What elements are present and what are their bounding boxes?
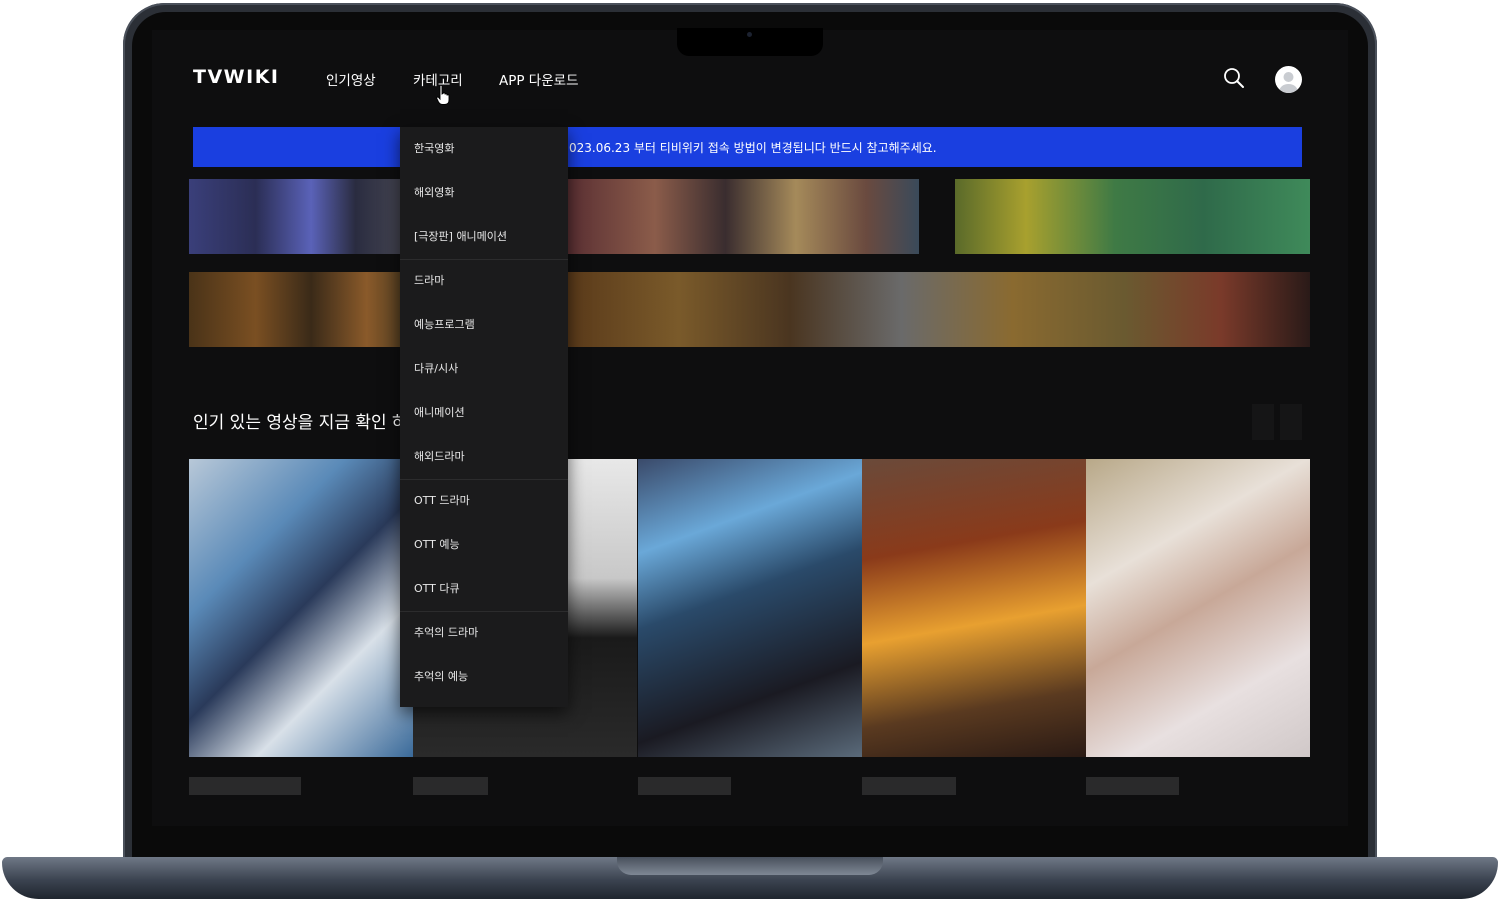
camera-notch (677, 28, 823, 56)
screen: TVWIKI 인기영상 카테고리 APP 다운로드 023.06.23 부터 티… (152, 30, 1348, 826)
dropdown-item-foreign-movie[interactable]: 해외영화 (400, 171, 568, 215)
video-title-placeholder (413, 777, 488, 795)
dropdown-item-animation-movie[interactable]: [극장판] 애니메이션 (400, 215, 568, 259)
dropdown-item-korean-movie[interactable]: 한국영화 (400, 127, 568, 171)
banner-row-1 (189, 179, 1310, 254)
carousel-next-button[interactable] (1280, 404, 1302, 440)
dropdown-item-retro-drama[interactable]: 추억의 드라마 (400, 611, 568, 655)
video-thumbnail[interactable] (189, 459, 413, 757)
video-title-placeholder (638, 777, 731, 795)
banner-tile[interactable] (567, 272, 1310, 347)
video-title-placeholder (189, 777, 301, 795)
video-thumbnail[interactable] (862, 459, 1086, 757)
banner-tile[interactable] (189, 272, 411, 347)
video-thumbnail[interactable] (638, 459, 862, 757)
banner-tile[interactable] (955, 179, 1310, 254)
video-title-placeholder (1086, 777, 1179, 795)
notice-text: 023.06.23 부터 티비위키 접속 방법이 변경됩니다 반드시 참고해주세… (569, 141, 937, 155)
dropdown-item-ott-drama[interactable]: OTT 드라마 (400, 479, 568, 523)
category-dropdown: 한국영화 해외영화 [극장판] 애니메이션 드라마 예능프로그램 다큐/시사 애… (400, 127, 568, 707)
laptop-base-notch (617, 857, 883, 875)
camera-dot (747, 32, 752, 37)
section-title: 인기 있는 영상을 지금 확인 하 (193, 413, 408, 433)
user-avatar-icon[interactable] (1275, 66, 1302, 93)
dropdown-item-animation[interactable]: 애니메이션 (400, 391, 568, 435)
nav-app-download[interactable]: APP 다운로드 (499, 69, 579, 89)
carousel-prev-button[interactable] (1252, 404, 1274, 440)
site-logo[interactable]: TVWIKI (193, 66, 279, 88)
dropdown-item-drama[interactable]: 드라마 (400, 259, 568, 303)
dropdown-item-foreign-drama[interactable]: 해외드라마 (400, 435, 568, 479)
nav-popular[interactable]: 인기영상 (326, 69, 376, 89)
hand-pointer-cursor (436, 85, 450, 105)
dropdown-item-ott-variety[interactable]: OTT 예능 (400, 523, 568, 567)
video-thumbnail[interactable] (1086, 459, 1310, 757)
dropdown-item-documentary[interactable]: 다큐/시사 (400, 347, 568, 391)
dropdown-item-variety[interactable]: 예능프로그램 (400, 303, 568, 347)
dropdown-item-retro-variety[interactable]: 추억의 예능 (400, 655, 568, 699)
search-icon[interactable] (1223, 67, 1245, 89)
banner-tile[interactable] (567, 179, 919, 254)
banner-tile[interactable] (189, 179, 411, 254)
banner-row-2 (189, 272, 1310, 347)
dropdown-item-ott-documentary[interactable]: OTT 다큐 (400, 567, 568, 611)
video-title-placeholder (862, 777, 956, 795)
notice-banner[interactable]: 023.06.23 부터 티비위키 접속 방법이 변경됩니다 반드시 참고해주세… (193, 127, 1302, 167)
